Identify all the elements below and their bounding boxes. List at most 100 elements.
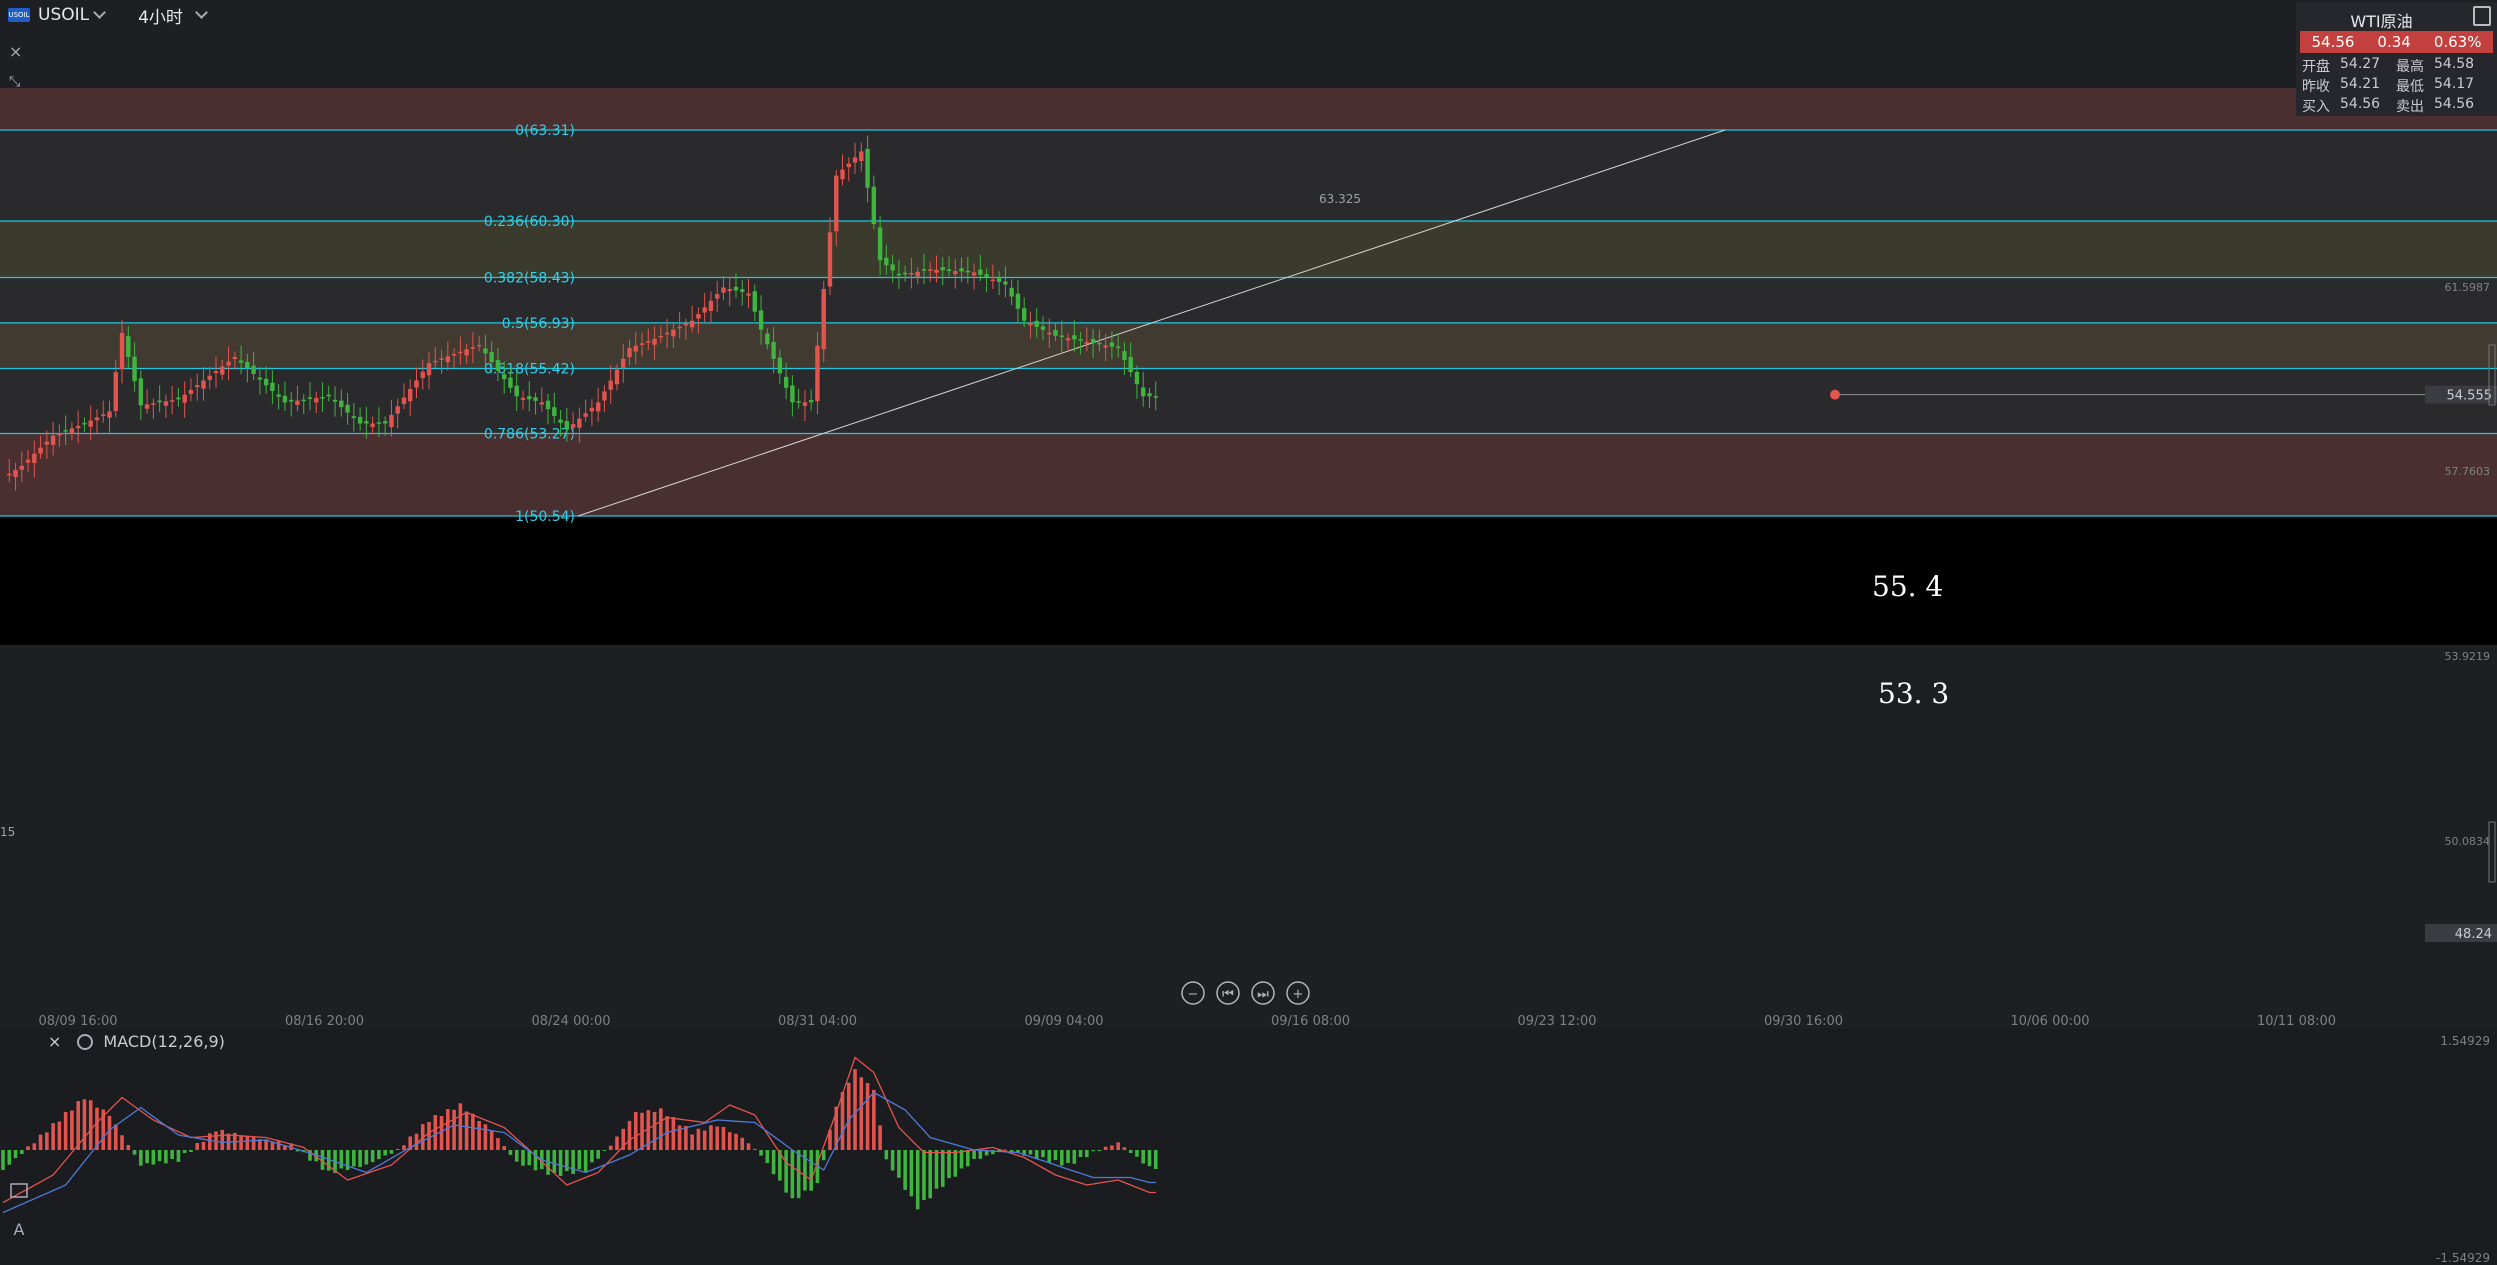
candle-body (263, 378, 269, 386)
quote-value: 54.56 (2340, 96, 2381, 112)
macd-bar (884, 1150, 889, 1160)
candle-body (151, 403, 156, 405)
macd-bar (890, 1150, 895, 1171)
panel-menu-icon[interactable] (2473, 6, 2491, 26)
close-icon[interactable]: × (48, 1032, 61, 1051)
macd-bar (483, 1124, 488, 1150)
candle-body (683, 323, 689, 326)
zoom-in-icon-glyph: + (1293, 987, 1304, 1002)
macd-bar (189, 1150, 193, 1152)
candle-body (433, 360, 438, 363)
macd-bar (865, 1083, 870, 1150)
macd-tick-label: 1.54929 (2440, 1034, 2490, 1048)
candle-body (765, 333, 770, 345)
macd-bar (1135, 1150, 1139, 1157)
macd-bar (88, 1100, 93, 1150)
candle-body (1047, 332, 1052, 335)
candle-body (771, 342, 776, 359)
candle-body (470, 347, 476, 349)
macd-bar (1116, 1142, 1120, 1150)
macd-header: × MACD(12,26,9) (48, 1032, 225, 1051)
x-tick-label: 09/23 12:00 (1517, 1014, 1596, 1029)
macd-bar (940, 1150, 945, 1187)
candle-body (226, 361, 231, 366)
quote-label: 最低 (2396, 79, 2424, 95)
candle-body (195, 385, 200, 388)
macd-bar (13, 1150, 18, 1159)
candle-body (896, 273, 902, 276)
macd-bar (1141, 1150, 1146, 1164)
macd-bar (471, 1113, 475, 1150)
candle-body (646, 341, 651, 343)
candle-body (821, 288, 826, 350)
left-edge-label: 15 (0, 825, 15, 839)
candle-body (990, 279, 996, 282)
marker-price-label: 48.24 (2455, 927, 2492, 942)
gear-icon[interactable] (77, 1033, 94, 1050)
macd-bar (784, 1150, 788, 1193)
fib-label: 0.786(53.27) (484, 426, 575, 442)
macd-bar (533, 1150, 538, 1171)
macd-bar (452, 1109, 456, 1150)
candle-body (345, 404, 350, 413)
candle-body (489, 351, 494, 363)
macd-bar (364, 1150, 369, 1165)
fib-zone (0, 516, 2497, 645)
quote-label: 买入 (2302, 99, 2330, 115)
fib-zones (0, 87, 2497, 645)
macd-bar (276, 1141, 281, 1150)
macd-bar (1110, 1145, 1114, 1150)
macd-bar (1122, 1147, 1127, 1150)
candle-body (583, 413, 588, 417)
candle-body (188, 389, 194, 395)
macd-bar (552, 1150, 557, 1174)
macd-bar (915, 1150, 920, 1210)
macd-bar (571, 1150, 575, 1174)
macd-bar (427, 1121, 431, 1150)
fib-label: 0.5(56.93) (502, 316, 575, 332)
candle-body (859, 151, 864, 162)
candle-body (621, 358, 626, 368)
fib-label: 1(50.54) (515, 509, 575, 525)
candle-body (1040, 326, 1046, 330)
macd-bar (157, 1150, 162, 1162)
draw-tool-icon[interactable]: A (14, 1220, 25, 1239)
macd-bar (721, 1126, 726, 1150)
quote-label: 昨收 (2302, 79, 2330, 95)
candle-body (727, 288, 732, 292)
candle-body (38, 447, 43, 454)
candle-body (50, 435, 56, 445)
macd-bar (690, 1134, 694, 1150)
macd-bar (809, 1150, 813, 1191)
x-tick-label: 09/30 16:00 (1764, 1014, 1843, 1029)
quote-change-pct: 0.63% (2433, 33, 2482, 51)
candle-body (301, 399, 306, 402)
macd-bar (922, 1150, 926, 1200)
macd-bar (439, 1115, 444, 1150)
candle-body (44, 441, 50, 445)
candle-body (439, 358, 444, 361)
macd-bar (176, 1150, 181, 1162)
candle-body (1015, 293, 1021, 309)
current-price-label: 54.555 (2447, 389, 2493, 404)
macd-bar (853, 1069, 857, 1150)
macd-bar (1085, 1150, 1089, 1158)
x-tick-label: 10/11 08:00 (2257, 1014, 2336, 1029)
candle-body (232, 357, 238, 360)
quote-price: 54.56 (2311, 33, 2355, 51)
candle-body (1090, 338, 1096, 344)
forward-icon-glyph: ⏭ (1257, 987, 1269, 1002)
macd-bar (1059, 1150, 1064, 1166)
candle-body (965, 270, 971, 273)
macd-bar (652, 1112, 657, 1150)
fib-label: 0.382(58.43) (484, 271, 575, 287)
candle-body (320, 397, 325, 399)
chart-canvas[interactable]: 0(63.31) 0.236(60.30) 0.382(58.43) 0.5(56.9… (0, 0, 2497, 1265)
candle-body (721, 287, 726, 293)
candle-body (1065, 338, 1071, 341)
candle-body (577, 418, 582, 428)
quote-value: 54.27 (2340, 56, 2381, 72)
candle-body (32, 453, 37, 463)
candle-body (928, 269, 933, 271)
macd-bar (1147, 1150, 1152, 1167)
